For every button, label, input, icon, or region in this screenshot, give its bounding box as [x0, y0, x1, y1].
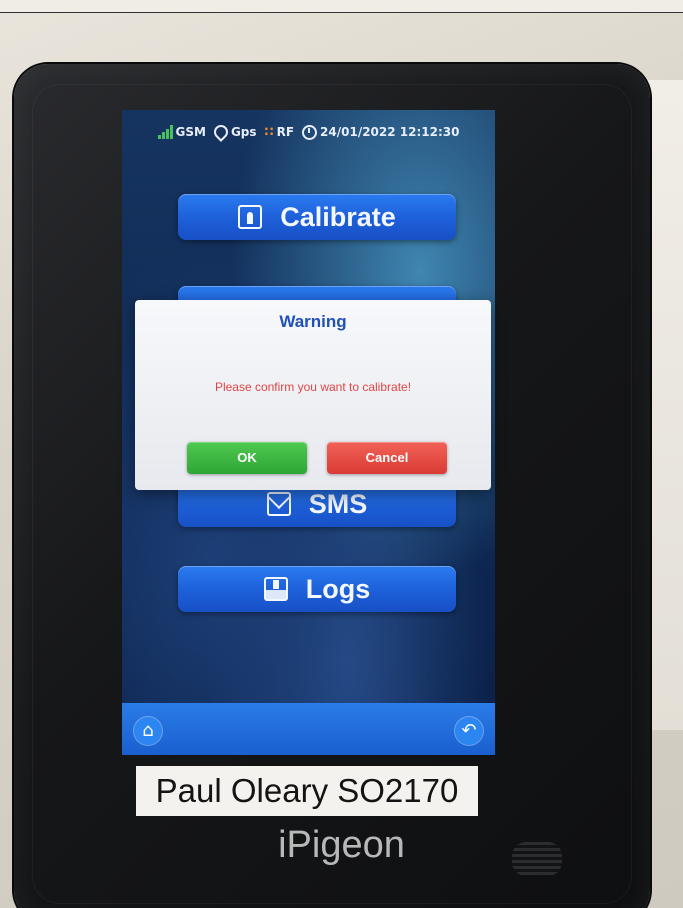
top-edge [0, 0, 683, 13]
calibrate-icon [238, 205, 263, 229]
ok-button[interactable]: OK [187, 442, 307, 474]
home-icon[interactable]: ⌂ [134, 717, 162, 745]
gsm-status: GSM [157, 125, 206, 139]
warning-dialog: Warning Please confirm you want to calib… [135, 300, 491, 490]
rf-status: ∷ RF [265, 125, 294, 140]
logs-button[interactable]: Logs [178, 566, 456, 612]
location-pin-icon [211, 122, 231, 142]
brand-logo-text: iPigeon [278, 824, 405, 866]
sms-label: SMS [308, 488, 368, 519]
mail-icon [266, 492, 291, 516]
logs-label: Logs [305, 573, 371, 604]
bottom-nav-bar: ⌂ ↶ [122, 703, 495, 755]
signal-icon [157, 125, 173, 139]
cancel-button[interactable]: Cancel [327, 442, 447, 474]
gps-label: Gps [230, 125, 257, 139]
back-icon[interactable]: ↶ [455, 717, 483, 745]
gsm-label: GSM [175, 125, 206, 139]
dialog-title: Warning [279, 312, 347, 331]
clock-icon [302, 124, 318, 140]
owner-label-sticker: Paul Oleary SO2170 [136, 766, 478, 816]
status-bar: GSM Gps ∷ RF 24/01/2022 12:12:30 [122, 110, 495, 154]
calibrate-button[interactable]: Calibrate [178, 194, 456, 240]
speaker-grille [512, 842, 562, 876]
datetime-label: 24/01/2022 12:12:30 [320, 125, 460, 139]
calibrate-label: Calibrate [280, 201, 396, 232]
photo-scene: GSM Gps ∷ RF 24/01/2022 12:12:30 Calibra… [0, 0, 683, 908]
download-tray-icon [263, 577, 288, 601]
dialog-message: Please confirm you want to calibrate! [214, 380, 412, 394]
datetime-status: 24/01/2022 12:12:30 [302, 124, 460, 140]
rf-label: RF [276, 125, 295, 139]
gps-status: Gps [211, 122, 257, 142]
rf-signal-icon: ∷ [264, 124, 274, 140]
